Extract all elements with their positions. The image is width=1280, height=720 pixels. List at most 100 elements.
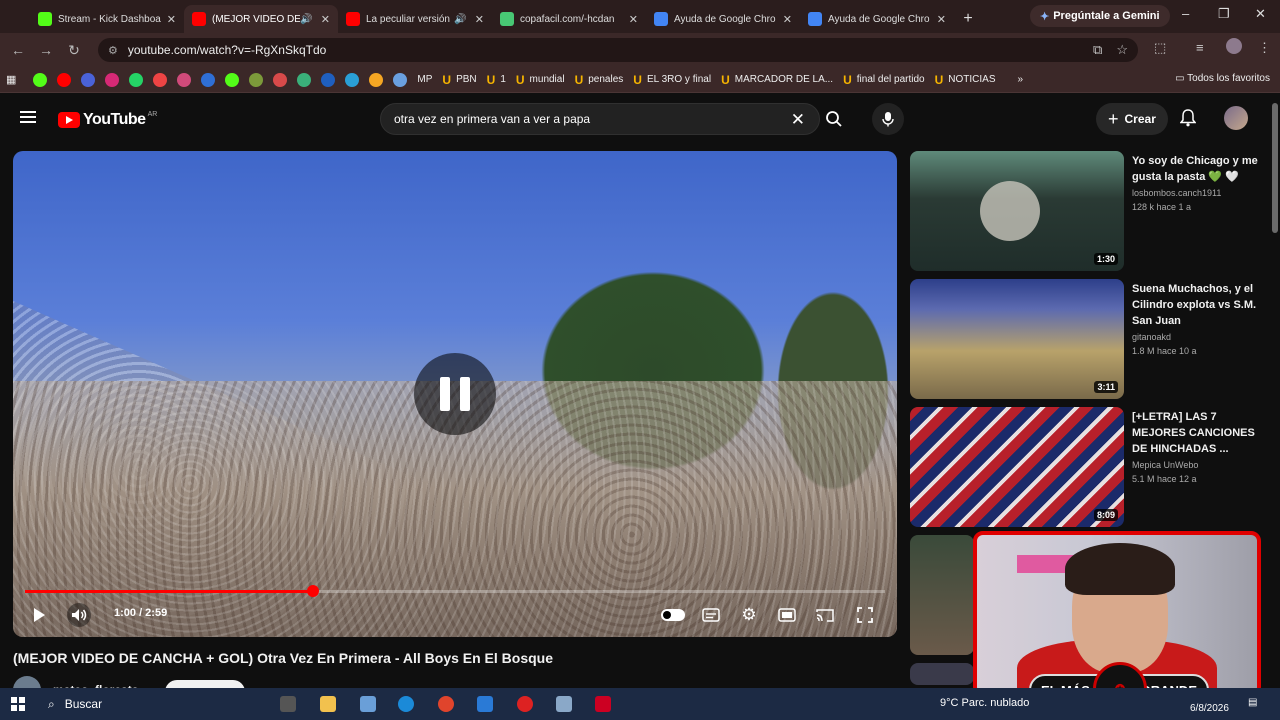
pause-overlay-icon[interactable]	[414, 353, 496, 435]
whatsapp-icon[interactable]	[129, 72, 144, 87]
search-box[interactable]: ✕	[380, 103, 820, 135]
clear-search-icon[interactable]: ✕	[791, 110, 805, 130]
minimize-button[interactable]: –	[1182, 6, 1189, 21]
bookmark-icon[interactable]	[177, 72, 192, 87]
video-thumbnail[interactable]: 1:30	[910, 151, 1124, 271]
search-input[interactable]	[394, 112, 774, 126]
bookmark-item[interactable]: U NOTICIAS	[935, 73, 996, 87]
video-thumbnail[interactable]	[910, 535, 974, 655]
app-icon[interactable]	[556, 696, 572, 712]
play-button[interactable]	[27, 603, 51, 627]
bookmark-icon[interactable]	[33, 72, 48, 87]
bookmark-item[interactable]: Upenales	[575, 73, 624, 87]
browser-tab[interactable]: Ayuda de Google Chro ✕	[646, 5, 800, 33]
audio-playing-icon[interactable]: 🔊	[454, 14, 466, 25]
user-avatar[interactable]	[1224, 106, 1248, 130]
store-icon[interactable]	[477, 696, 493, 712]
cast-button[interactable]	[815, 603, 835, 627]
bookmark-item[interactable]: U MARCADOR DE LA...	[721, 73, 833, 87]
edge-icon[interactable]	[398, 696, 414, 712]
bookmark-icon[interactable]	[249, 72, 264, 87]
close-tab-icon[interactable]: ✕	[629, 13, 638, 26]
close-tab-icon[interactable]: ✕	[475, 13, 484, 26]
scrubber-handle[interactable]	[307, 585, 320, 597]
browser-tab[interactable]: La peculiar versión 🔊 ✕	[338, 5, 492, 33]
task-view-icon[interactable]	[280, 696, 296, 712]
browser-tab[interactable]: Stream - Kick Dashboa ✕	[30, 5, 184, 33]
bookmark-icon[interactable]	[273, 72, 288, 87]
recommendation-channel[interactable]: losbombos.canch1911	[1132, 188, 1260, 198]
theater-mode-button[interactable]	[777, 603, 797, 627]
bookmark-icon[interactable]	[369, 72, 384, 87]
close-tab-icon[interactable]: ✕	[321, 13, 330, 26]
site-info-icon[interactable]: ⚙	[108, 44, 118, 57]
close-tab-icon[interactable]: ✕	[937, 13, 946, 26]
bookmark-icon[interactable]	[297, 72, 312, 87]
apps-grid-icon[interactable]: ▦	[6, 73, 16, 86]
new-tab-button[interactable]: +	[954, 5, 982, 33]
bookmark-item[interactable]: U PBN	[442, 73, 476, 87]
weather-widget[interactable]: 9°C Parc. nublado	[940, 697, 1029, 709]
bookmark-icon[interactable]	[81, 72, 96, 87]
address-bar[interactable]: ⚙ youtube.com/watch?v=-RgXnSkqTdo ⧉ ☆	[98, 38, 1138, 62]
video-thumbnail[interactable]	[910, 663, 974, 685]
forward-button[interactable]: →	[32, 42, 60, 58]
youtube-logo[interactable]: YouTube AR	[58, 111, 157, 129]
volume-icon[interactable]	[67, 603, 91, 627]
media-control-icon[interactable]: ≡	[1196, 40, 1204, 55]
recommendation-channel[interactable]: Mepica UnWebo	[1132, 460, 1260, 470]
extensions-icon[interactable]: ⬚	[1154, 40, 1166, 56]
bookmark-icon[interactable]	[201, 72, 216, 87]
maximize-button[interactable]: ❐	[1218, 6, 1230, 22]
recommendation-title[interactable]: Yo soy de Chicago y me gusta la pasta 💚 …	[1132, 153, 1260, 185]
voice-search-button[interactable]	[872, 103, 904, 135]
video-thumbnail[interactable]: 3:11	[910, 279, 1124, 399]
video-player[interactable]: 1:00 / 2:59 ⚙	[13, 151, 897, 637]
gemini-button[interactable]: ✦ Pregúntale a Gemini	[1030, 5, 1170, 27]
kick-icon[interactable]	[225, 72, 240, 87]
back-button[interactable]: ←	[4, 42, 32, 58]
close-tab-icon[interactable]: ✕	[167, 13, 176, 26]
subtitles-button[interactable]	[701, 603, 721, 627]
file-explorer-icon[interactable]	[320, 696, 336, 712]
profile-avatar[interactable]	[1226, 38, 1242, 54]
audio-playing-icon[interactable]: 🔊	[300, 14, 312, 25]
install-app-icon[interactable]: ⧉	[1093, 42, 1102, 58]
recommendation-channel[interactable]: gitanoakd	[1132, 332, 1260, 342]
browser-tab[interactable]: Ayuda de Google Chro ✕	[800, 5, 954, 33]
app-icon[interactable]	[595, 696, 611, 712]
obs-icon[interactable]	[517, 696, 533, 712]
clock-date[interactable]: 6/8/2026	[1190, 703, 1229, 714]
browser-tab[interactable]: copafacil.com/-hcdan ✕	[492, 5, 646, 33]
search-button[interactable]	[820, 103, 848, 135]
recommendation-title[interactable]: Suena Muchachos, y el Cilindro explota v…	[1132, 281, 1260, 329]
calculator-icon[interactable]	[360, 696, 376, 712]
bookmark-item[interactable]: Umundial	[516, 73, 565, 87]
bookmark-item[interactable]: Ufinal del partido	[843, 73, 925, 87]
bookmark-icon[interactable]	[393, 72, 408, 87]
hamburger-menu-icon[interactable]	[20, 111, 36, 113]
bookmark-star-icon[interactable]: ☆	[1116, 42, 1128, 58]
fullscreen-button[interactable]	[855, 603, 875, 627]
create-button[interactable]: + Crear	[1096, 103, 1168, 135]
windows-start-button[interactable]	[0, 697, 36, 711]
progress-bar[interactable]	[25, 585, 885, 597]
bookmarks-overflow-button[interactable]: »	[1018, 74, 1024, 85]
notification-center-icon[interactable]: ▤	[1248, 697, 1257, 708]
all-bookmarks-button[interactable]: ▭ Todos los favoritos	[1175, 73, 1270, 84]
close-window-button[interactable]: ✕	[1255, 6, 1266, 22]
browser-tab[interactable]: (MEJOR VIDEO DE 🔊 ✕	[184, 5, 338, 33]
bookmark-item[interactable]: U EL 3RO y final	[633, 73, 711, 87]
notifications-bell-icon[interactable]	[1179, 109, 1197, 132]
page-scrollbar[interactable]	[1270, 93, 1280, 686]
scrollbar-thumb[interactable]	[1272, 103, 1278, 233]
autoplay-toggle[interactable]	[660, 603, 686, 627]
bookmark-icon[interactable]	[345, 72, 360, 87]
taskbar-search[interactable]: ⌕ Buscar	[38, 692, 270, 716]
bookmark-icon[interactable]	[57, 72, 72, 87]
reload-button[interactable]: ↻	[60, 42, 88, 59]
menu-icon[interactable]: ⋮	[1258, 40, 1271, 56]
recommendation-title[interactable]: [+LETRA] LAS 7 MEJORES CANCIONES DE HINC…	[1132, 409, 1260, 457]
chrome-icon[interactable]	[438, 696, 454, 712]
bookmark-icon[interactable]	[321, 72, 336, 87]
